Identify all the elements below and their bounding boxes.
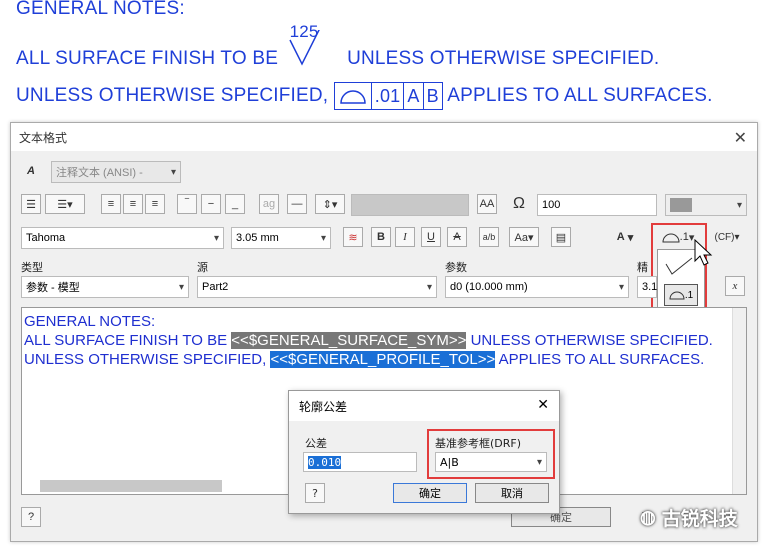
highlight-box-tolerance [651, 223, 707, 319]
surface-sym-token[interactable]: <<$GENERAL_SURFACE_SYM>> [231, 332, 467, 349]
dialog-title: 文本格式 ✕ [11, 123, 757, 151]
notes-line-1: GENERAL NOTES: [16, 0, 185, 19]
italic-button[interactable]: I [395, 227, 415, 247]
notes-line-2-pre: ALL SURFACE FINISH TO BE [16, 48, 279, 69]
notes-line-2: ALL SURFACE FINISH TO BE 125 UNLESS OTHE… [16, 22, 660, 70]
stack-icon[interactable]: ag [259, 194, 279, 214]
watermark-text: 古锐科技 [661, 509, 738, 530]
color-swatch [670, 198, 692, 212]
mouse-cursor-icon [694, 239, 713, 266]
align-center-icon[interactable]: ≡ [123, 194, 143, 214]
editor-line-2-pre: ALL SURFACE FINISH TO BE [24, 332, 232, 349]
valign-middle-icon[interactable]: − [201, 194, 221, 214]
fcf-datum-b: B [422, 83, 442, 109]
watermark: ◍ 古锐科技 [640, 504, 738, 531]
notes-line-3-post: APPLIES TO ALL SURFACES. [447, 85, 713, 107]
line-icon[interactable]: — [287, 194, 307, 214]
width-factor-input[interactable]: 100 [537, 194, 657, 216]
vertical-scrollbar[interactable] [732, 308, 746, 494]
strikethrough-button[interactable]: A [447, 227, 467, 247]
char-spacing-icon[interactable]: AA [477, 194, 497, 214]
numbered-list-icon[interactable]: ☰▾ [45, 194, 85, 214]
feature-control-frame: .01 A B [333, 82, 443, 110]
editor-line-3: UNLESS OTHERWISE SPECIFIED, <<$GENERAL_P… [24, 350, 744, 369]
editor-line-1: GENERAL NOTES: [24, 313, 156, 330]
symbol-icon[interactable]: ▤ [551, 227, 571, 247]
source-dropdown[interactable]: Part2 [197, 276, 437, 298]
help-icon[interactable]: ? [305, 483, 325, 503]
notes-line-2-post: UNLESS OTHERWISE SPECIFIED. [347, 48, 660, 69]
param-value: d0 (10.000 mm) [450, 281, 528, 293]
color-dropdown[interactable] [665, 194, 747, 216]
text-color-button[interactable]: A ▾ [605, 227, 645, 247]
precision-value: 3.1 [642, 281, 658, 293]
subdialog-title-text: 轮廓公差 [299, 399, 348, 414]
editor-line-3-pre: UNLESS OTHERWISE SPECIFIED, [24, 351, 271, 368]
subdialog-ok-button[interactable]: 确定 [393, 483, 467, 503]
editor-line-3-post: APPLIES TO ALL SURFACES. [495, 351, 705, 368]
spacing-field[interactable] [351, 194, 469, 216]
profile-tol-token[interactable]: <<$GENERAL_PROFILE_TOL>> [270, 351, 496, 368]
close-icon[interactable]: ✕ [537, 397, 549, 413]
profile-tolerance-dialog: 轮廓公差 ✕ 公差 0.010 基准参考框(DRF) A|B ? 确定 取消 [288, 390, 560, 514]
tolerance-value: 0.010 [308, 455, 342, 469]
profile-surface-icon [335, 83, 371, 109]
type-value: 参数 - 模型 [26, 282, 80, 294]
close-icon[interactable]: ✕ [734, 128, 747, 147]
width-factor-icon: Ω [513, 195, 525, 212]
insert-param-fx-button[interactable]: x [725, 276, 745, 296]
tolerance-input[interactable]: 0.010 [303, 452, 417, 472]
subdialog-cancel-button[interactable]: 取消 [475, 483, 549, 503]
style-dropdown-value: 注释文本 (ANSI) - [56, 167, 143, 179]
cf-label: CF [717, 231, 732, 243]
highlight-box-drf [427, 429, 555, 479]
font-dropdown[interactable]: Tahoma [21, 227, 224, 249]
tolerance-label: 公差 [305, 437, 327, 450]
horizontal-scrollbar[interactable] [40, 480, 222, 492]
fcf-tolerance: .01 [370, 83, 404, 109]
precision-dropdown[interactable]: 3.1 [637, 276, 657, 298]
param-dropdown[interactable]: d0 (10.000 mm) [445, 276, 629, 298]
wechat-icon: ◍ [640, 507, 656, 527]
font-value: Tahoma [26, 232, 66, 244]
param-label: 参数 [445, 261, 467, 274]
text-color-label: A [616, 231, 625, 243]
valign-bottom-icon[interactable]: _ [225, 194, 245, 214]
valign-top-icon[interactable]: ‾ [177, 194, 197, 214]
subdialog-cancel-label: 取消 [501, 487, 523, 500]
subdialog-ok-label: 确定 [419, 487, 441, 500]
size-value: 3.05 mm [236, 232, 279, 244]
notes-line-3-pre: UNLESS OTHERWISE SPECIFIED, [16, 85, 329, 107]
subdialog-title: 轮廓公差 ✕ [289, 391, 559, 421]
line-spacing-icon[interactable]: ⇕▾ [315, 194, 345, 214]
align-left-icon[interactable]: ≡ [101, 194, 121, 214]
bold-button[interactable]: B [371, 227, 391, 247]
width-factor-value: 100 [542, 199, 561, 211]
insert-param-fx-label: x [732, 280, 738, 292]
type-dropdown[interactable]: 参数 - 模型 [21, 276, 189, 298]
source-label: 源 [197, 261, 208, 274]
align-right-icon[interactable]: ≡ [145, 194, 165, 214]
surface-finish-check-icon [288, 30, 320, 66]
editor-line-2-post: UNLESS OTHERWISE SPECIFIED. [466, 332, 713, 349]
size-dropdown[interactable]: 3.05 mm [231, 227, 331, 249]
dialog-title-text: 文本格式 [19, 130, 68, 145]
fcf-datum-a: A [403, 83, 422, 109]
source-value: Part2 [202, 281, 229, 293]
editor-line-2: ALL SURFACE FINISH TO BE <<$GENERAL_SURF… [24, 331, 744, 350]
underline-button[interactable]: U [421, 227, 441, 247]
notes-line-3: UNLESS OTHERWISE SPECIFIED, .01 A B APPL… [16, 82, 713, 110]
text-style-icon: A [27, 165, 35, 177]
help-icon[interactable]: ? [21, 507, 41, 527]
case-icon[interactable]: Aa▾ [509, 227, 539, 247]
superscript-icon[interactable]: a/b [479, 227, 499, 247]
surface-finish-symbol: 125 [284, 22, 342, 70]
bullet-list-icon[interactable]: ☰ [21, 194, 41, 214]
style-dropdown[interactable]: 注释文本 (ANSI) - [51, 161, 181, 183]
highlight-icon[interactable]: ≋ [343, 227, 363, 247]
type-label: 类型 [21, 261, 43, 274]
precision-label: 精 [637, 261, 648, 274]
